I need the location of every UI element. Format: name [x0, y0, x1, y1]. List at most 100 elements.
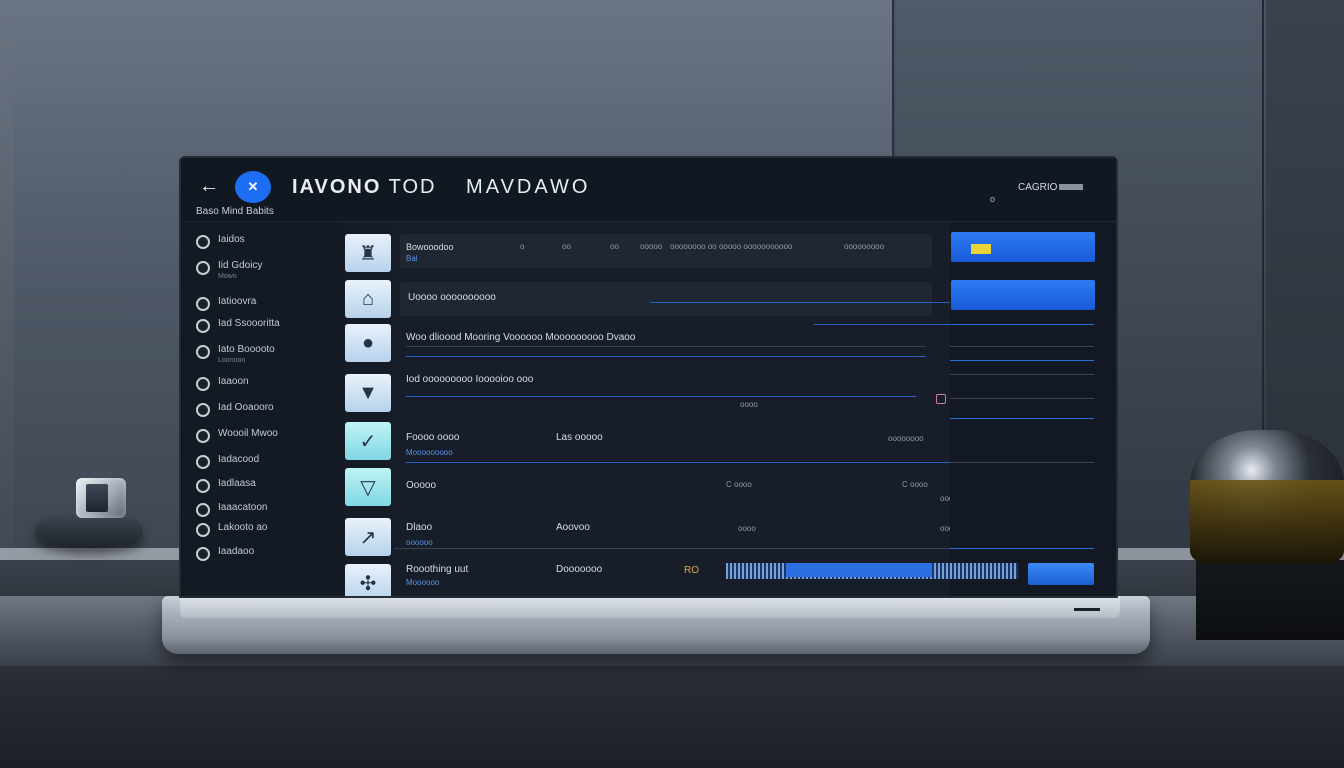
row-col: C oooo	[726, 480, 752, 489]
device-thumbnail[interactable]: ↗	[345, 518, 391, 556]
sidebar-item[interactable]: Iaadaoo	[196, 546, 254, 568]
sidebar-item[interactable]: Iatioovra	[196, 296, 256, 318]
list-icon	[196, 503, 210, 517]
sidebar-item-label: Iid Gdoicy	[218, 260, 263, 271]
sidebar-item-label: Iaidos	[218, 234, 245, 245]
sidebar-item[interactable]: Iaidos	[196, 234, 245, 256]
decor-vase	[1190, 430, 1344, 564]
sidebar-item-label: Woooil Mwoo	[218, 428, 278, 439]
right-panel	[950, 222, 1116, 596]
row-col: oooo	[738, 524, 756, 533]
user-menu-button[interactable]: CAGRIO	[1018, 182, 1084, 193]
sidebar-item-label: Iadlaasa	[218, 478, 256, 489]
sidebar: Iaidos Iid Gdoicy Mowo Iatioovra Iad Ssooori…	[182, 222, 342, 596]
sidebar-item-label: Iaaoon	[218, 376, 249, 387]
row-col: C oooo	[902, 480, 928, 489]
row-col: oooooooo oo ooooo ooooooooooo	[670, 242, 793, 251]
funnel-icon: ▽	[360, 476, 376, 499]
sidebar-item-sub: Mowo	[218, 273, 237, 280]
sidebar-item-label: Iaadaoo	[218, 546, 255, 557]
row-title: Foooo oooo	[406, 432, 460, 443]
row-title: Bowooodoo	[406, 242, 454, 252]
panel-divider	[950, 360, 1094, 361]
row-title: Rooothing uut	[406, 564, 469, 575]
title-tertiary: MAVDAWO	[466, 176, 591, 198]
row-col: o	[520, 242, 525, 251]
device-thumbnail[interactable]: ✓	[345, 422, 391, 460]
row-title: Uoooo oooooooooo	[408, 292, 496, 303]
sidebar-item[interactable]: Woooil Mwoo	[196, 428, 278, 450]
row-divider	[406, 356, 926, 357]
logo-icon: ✕	[247, 179, 259, 194]
row-col: oo	[562, 242, 571, 251]
panel-divider	[950, 374, 1094, 375]
sidebar-item[interactable]: Iaaacatoon	[196, 502, 268, 524]
clock-icon	[196, 403, 210, 417]
device-thumbnail[interactable]: ▼	[345, 374, 391, 412]
arrow-left-icon: ←	[199, 175, 219, 197]
speaker-icon: ●	[361, 331, 375, 354]
device-thumbnail[interactable]: ✣	[345, 564, 391, 596]
row-checkbox[interactable]	[936, 394, 946, 404]
panel-divider	[950, 418, 1094, 419]
device-thumbnail[interactable]: ⌂	[345, 280, 391, 318]
row-col: ooooo	[640, 242, 663, 251]
sidebar-item-text: Iad Ssoooritta	[218, 318, 280, 331]
decor-cube-inner	[86, 484, 108, 512]
sidebar-item[interactable]: Iadacood	[196, 454, 259, 476]
row-col: Aoovoo	[556, 522, 590, 533]
record-icon	[196, 235, 210, 249]
row-col: ooooooooo	[844, 242, 885, 251]
dot-icon	[196, 377, 210, 391]
sidebar-item-text: Iatioovra	[218, 296, 256, 309]
sidebar-item[interactable]: Iad Ssoooritta	[196, 318, 280, 340]
panel-action-secondary[interactable]	[951, 280, 1095, 310]
panel-action-primary[interactable]	[951, 232, 1095, 262]
target-icon	[196, 261, 210, 275]
sidebar-item[interactable]: Iid Gdoicy Mowo	[196, 260, 262, 282]
ring-icon	[196, 429, 210, 443]
sidebar-item-text: Lakooto ao	[218, 522, 268, 535]
row-title: Woo dlioood Mooring Voooooo Mooooooooo D…	[406, 332, 636, 343]
sidebar-item-text: Iid Gdoicy Mowo	[218, 260, 262, 280]
app-title: IAVONO TOD MAVDAWO	[292, 176, 590, 199]
waveform-end-button[interactable]	[1028, 563, 1094, 585]
sidebar-item-text: Iaaacatoon	[218, 502, 268, 515]
vase-stand	[1196, 560, 1344, 640]
decor-cube	[76, 478, 126, 518]
sidebar-item[interactable]: Iadlaasa	[196, 478, 256, 500]
refresh-icon	[196, 523, 210, 537]
sidebar-item-text: Iaaoon	[218, 376, 249, 389]
row-title: Iod ooooooooo Iooooioo ooo	[406, 374, 534, 385]
sidebar-item-label: Lakooto ao	[218, 522, 268, 533]
page-subtitle: Baso Mind Babits	[196, 206, 274, 217]
panel-divider	[950, 324, 1094, 325]
decor-dish	[36, 514, 142, 548]
row-title: Ooooo	[406, 480, 437, 491]
device-thumbnail[interactable]: ●	[345, 324, 391, 362]
sidebar-item-label: Iato Booooto	[218, 344, 275, 355]
top-bar: ← ✕ IAVONO TOD MAVDAWO Baso Mind Babits …	[182, 158, 1116, 222]
panel-highlight	[971, 244, 991, 254]
app-window: ← ✕ IAVONO TOD MAVDAWO Baso Mind Babits …	[182, 158, 1116, 596]
device-thumbnail[interactable]: ▽	[345, 468, 391, 506]
user-menu-bar	[1059, 184, 1084, 191]
app-logo[interactable]: ✕	[235, 171, 271, 203]
lock-icon	[196, 297, 210, 311]
row-divider	[406, 396, 916, 397]
sidebar-item[interactable]: Iato Booooto Loonoon	[196, 344, 275, 366]
user-menu-label: CAGRIO	[1018, 182, 1058, 193]
device-thumbnail[interactable]: ♜	[345, 234, 391, 272]
table-row[interactable]	[400, 234, 932, 268]
sidebar-item[interactable]: Lakooto ao	[196, 522, 268, 544]
panel-divider	[950, 398, 1094, 399]
row-tag: Mooooooooo	[406, 448, 453, 457]
sidebar-item[interactable]: Iad Ooaooro	[196, 402, 274, 424]
sidebar-item-text: Iadlaasa	[218, 478, 256, 491]
laptop-notch	[1074, 608, 1100, 611]
router-icon: ⌂	[361, 287, 375, 310]
back-button[interactable]: ←	[198, 174, 220, 198]
sidebar-item[interactable]: Iaaoon	[196, 376, 249, 398]
badge-icon	[196, 479, 210, 493]
sidebar-item-text: Iaadaoo	[218, 546, 254, 559]
